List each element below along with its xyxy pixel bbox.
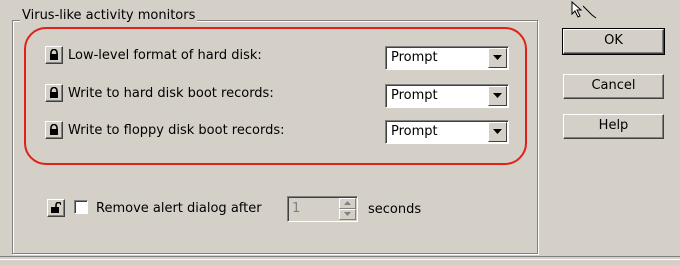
- lock-closed-icon[interactable]: [45, 121, 63, 139]
- dialog-bottom-edge: [0, 256, 680, 260]
- remove-alert-label: Remove alert dialog after: [96, 201, 262, 216]
- setting-label-low-level-format: Low-level format of hard disk:: [68, 48, 262, 63]
- chevron-down-icon[interactable]: [488, 86, 507, 106]
- setting-label-hard-disk-boot: Write to hard disk boot records:: [68, 86, 274, 101]
- floppy-disk-boot-select[interactable]: Prompt: [385, 120, 509, 144]
- combo-value: Prompt: [391, 50, 438, 65]
- remove-alert-checkbox[interactable]: [74, 200, 88, 214]
- ok-button[interactable]: OK: [562, 28, 665, 55]
- lock-closed-icon[interactable]: [45, 46, 63, 64]
- seconds-label: seconds: [368, 202, 422, 217]
- lock-closed-icon[interactable]: [45, 84, 63, 102]
- combo-value: Prompt: [391, 88, 438, 103]
- lock-open-icon[interactable]: [47, 199, 65, 217]
- help-button[interactable]: Help: [563, 114, 664, 139]
- spin-down-icon[interactable]: [339, 209, 356, 220]
- seconds-spinner[interactable]: 1: [287, 196, 358, 222]
- seconds-value: 1: [292, 201, 301, 216]
- low-level-format-select[interactable]: Prompt: [385, 46, 509, 70]
- group-title: Virus-like activity monitors: [20, 8, 198, 23]
- mouse-cursor-icon: [571, 0, 597, 19]
- spin-up-icon[interactable]: [339, 198, 356, 209]
- cancel-button[interactable]: Cancel: [563, 74, 664, 99]
- chevron-down-icon[interactable]: [488, 48, 507, 68]
- chevron-down-icon[interactable]: [488, 122, 507, 142]
- hard-disk-boot-select[interactable]: Prompt: [385, 84, 509, 108]
- setting-label-floppy-boot: Write to floppy disk boot records:: [68, 123, 285, 138]
- combo-value: Prompt: [391, 124, 438, 139]
